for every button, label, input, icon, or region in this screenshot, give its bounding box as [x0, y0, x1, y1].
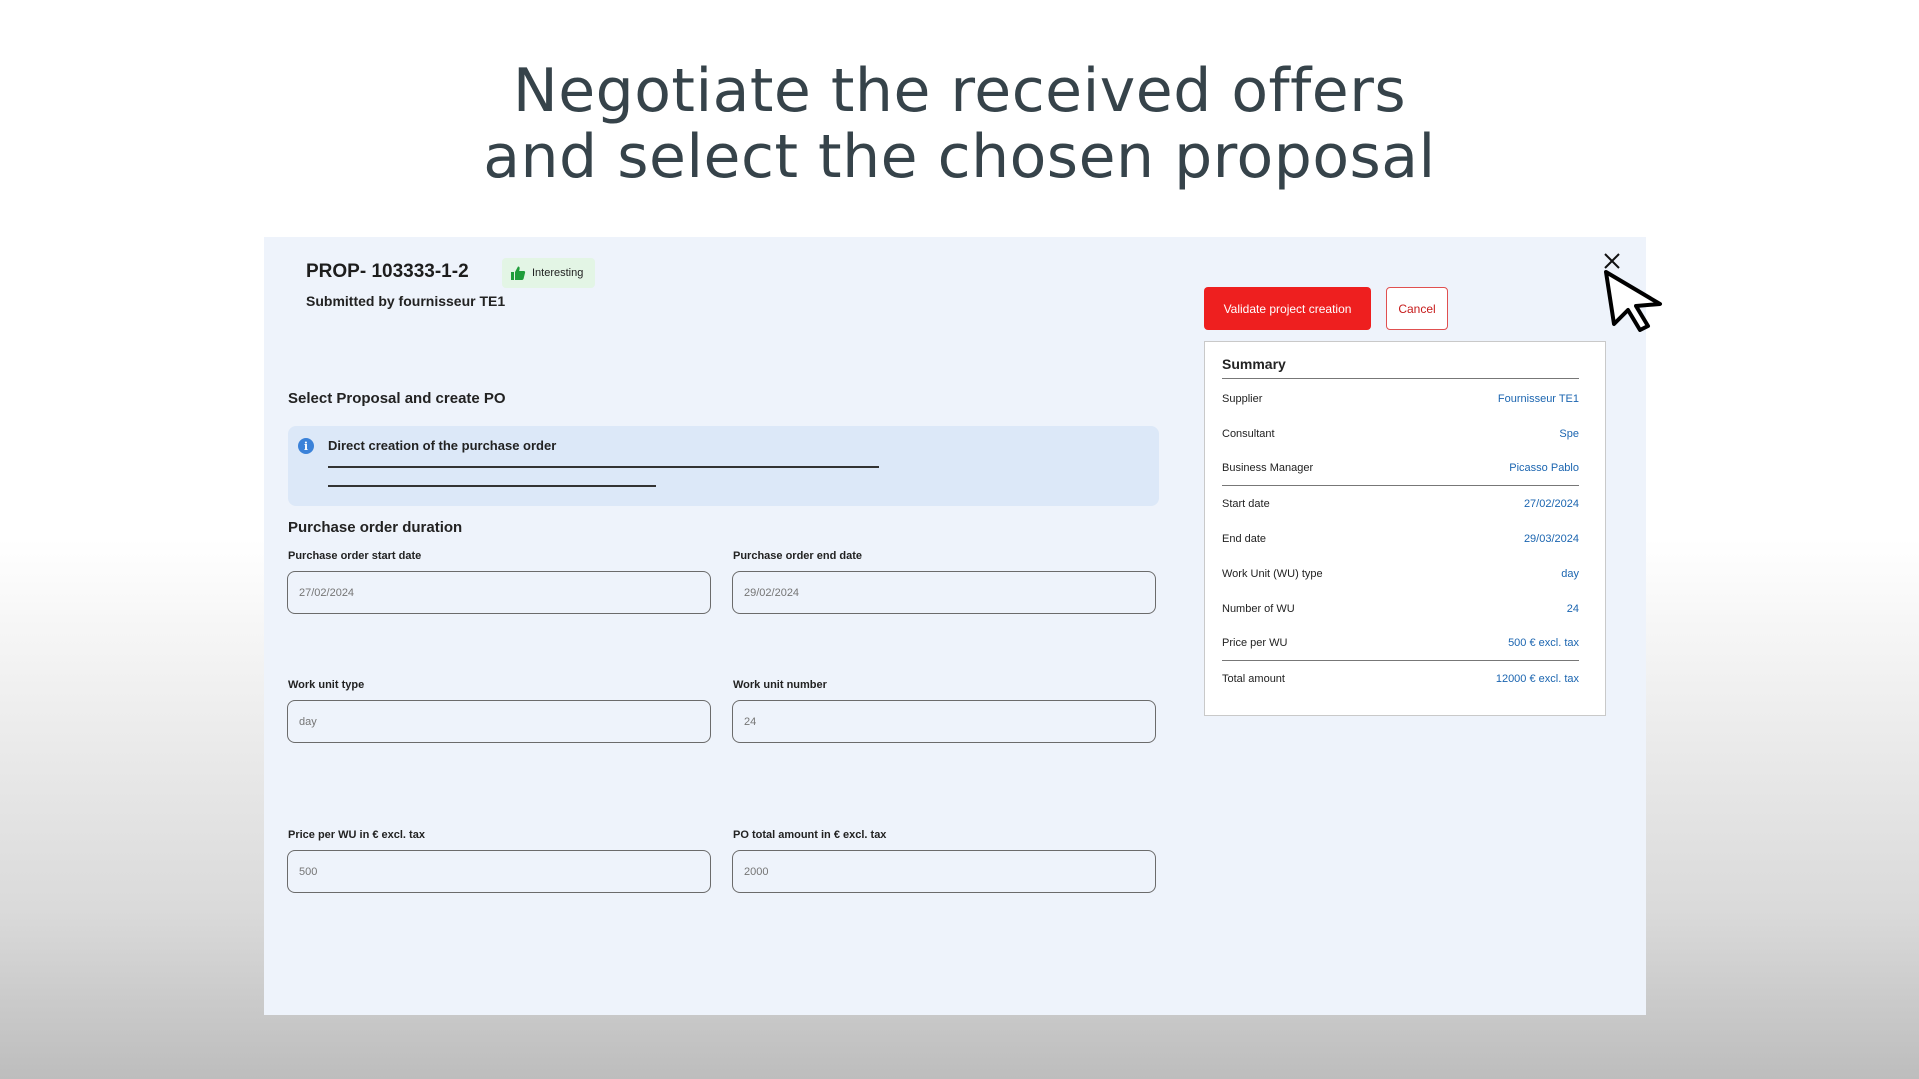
summary-key: Work Unit (WU) type — [1222, 567, 1323, 580]
hero-title-line-2: and select the chosen proposal — [483, 122, 1436, 192]
wu-type-label: Work unit type — [288, 679, 365, 691]
summary-key: Total amount — [1222, 672, 1285, 685]
summary-card: Summary Supplier Fournisseur TE1 Consult… — [1204, 341, 1606, 716]
summary-value: 29/03/2024 — [1523, 532, 1579, 545]
summary-key: End date — [1222, 532, 1267, 545]
summary-value[interactable]: Fournisseur TE1 — [1498, 393, 1579, 405]
info-box: i Direct creation of the purchase order — [288, 426, 1159, 506]
summary-value: 27/02/2024 — [1523, 497, 1579, 510]
summary-row: Business Manager Picasso Pablo — [1222, 451, 1579, 486]
summary-key: Price per WU — [1222, 637, 1288, 649]
wu-number-input[interactable] — [732, 700, 1156, 743]
summary-key: Number of WU — [1222, 602, 1295, 615]
status-badge: Interesting — [502, 258, 596, 288]
start-date-input[interactable] — [287, 571, 711, 614]
summary-key: Start date — [1222, 497, 1270, 510]
proposal-panel: PROP- 103333-1-2 Interesting Submitted b… — [264, 237, 1646, 1015]
proposal-id: PROP- 103333-1-2 — [306, 261, 469, 282]
summary-row: Supplier Fournisseur TE1 — [1222, 381, 1579, 416]
hero-title-line-1: Negotiate the received offers — [512, 56, 1407, 126]
summary-value[interactable]: Spe — [1559, 428, 1579, 440]
wu-number-label: Work unit number — [733, 679, 827, 691]
summary-row: Number of WU 24 — [1222, 591, 1579, 626]
summary-value: 12000 € excl. tax — [1495, 672, 1579, 685]
wu-type-input[interactable] — [287, 700, 711, 743]
summary-value: 24 — [1566, 602, 1579, 615]
end-date-label: Purchase order end date — [733, 550, 862, 562]
summary-key: Business Manager — [1222, 462, 1314, 474]
summary-row: Start date 27/02/2024 — [1222, 486, 1579, 521]
price-per-wu-label: Price per WU in € excl. tax — [288, 829, 425, 841]
validate-project-button[interactable]: Validate project creation — [1204, 287, 1371, 330]
submitted-by: Submitted by fournisseur TE1 — [306, 293, 506, 309]
po-total-input[interactable] — [732, 850, 1156, 893]
summary-value: day — [1561, 567, 1579, 580]
info-redacted-line — [328, 466, 879, 468]
summary-value[interactable]: Picasso Pablo — [1509, 462, 1579, 474]
summary-row: Price per WU 500 € excl. tax — [1222, 626, 1579, 661]
duration-title: Purchase order duration — [288, 519, 463, 536]
summary-key: Supplier — [1222, 392, 1263, 405]
summary-row: Consultant Spe — [1222, 416, 1579, 451]
cancel-button[interactable]: Cancel — [1386, 287, 1448, 330]
info-icon: i — [298, 438, 314, 454]
summary-value: 500 € excl. tax — [1508, 637, 1579, 649]
cursor-icon — [1604, 270, 1662, 332]
info-redacted-line — [328, 485, 656, 487]
thumbs-up-icon — [511, 266, 526, 280]
end-date-input[interactable] — [732, 571, 1156, 614]
hero-title: Negotiate the received offers and select… — [0, 58, 1919, 190]
section-title: Select Proposal and create PO — [288, 390, 506, 407]
po-total-label: PO total amount in € excl. tax — [733, 829, 887, 841]
status-badge-label: Interesting — [532, 267, 584, 279]
start-date-label: Purchase order start date — [288, 550, 422, 562]
summary-row: End date 29/03/2024 — [1222, 521, 1579, 556]
info-text: Direct creation of the purchase order — [328, 438, 557, 453]
summary-title: Summary — [1222, 356, 1579, 379]
summary-row: Total amount 12000 € excl. tax — [1222, 661, 1579, 696]
summary-key: Consultant — [1222, 427, 1275, 440]
summary-row: Work Unit (WU) type day — [1222, 556, 1579, 591]
price-per-wu-input[interactable] — [287, 850, 711, 893]
